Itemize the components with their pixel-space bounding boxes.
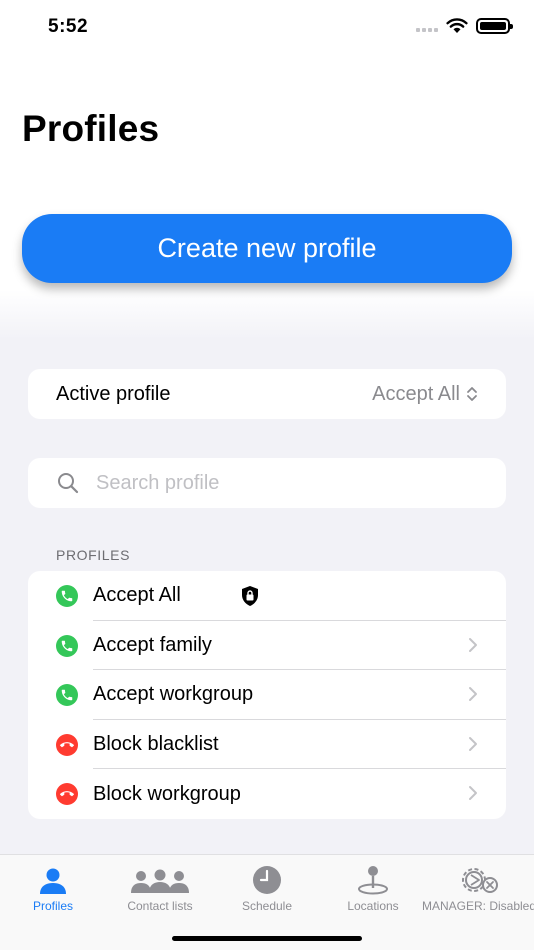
signal-icon	[416, 20, 438, 32]
clock-icon	[253, 866, 281, 894]
phone-accept-icon	[56, 634, 78, 657]
tab-schedule[interactable]: Schedule	[212, 863, 322, 913]
tab-locations[interactable]: Locations	[318, 863, 428, 913]
profiles-list: Accept All Accept family Accept workgrou…	[28, 571, 506, 819]
profile-label: Accept workgroup	[93, 683, 254, 706]
profile-label: Accept family	[93, 633, 212, 656]
battery-icon	[476, 18, 513, 34]
person-icon	[40, 868, 66, 894]
profile-label: Accept All	[93, 584, 181, 607]
search-icon	[58, 473, 79, 494]
create-new-profile-button[interactable]: Create new profile	[22, 214, 512, 283]
lock-shield-icon	[242, 586, 258, 606]
tab-label: Schedule	[241, 899, 293, 913]
tab-label: Contact lists	[127, 899, 193, 913]
profile-row-accept-family[interactable]: Accept family	[28, 621, 506, 671]
phone-block-icon	[56, 783, 78, 806]
chevron-right-icon	[469, 637, 477, 652]
active-profile-label: Active profile	[56, 382, 171, 405]
tab-label: Locations	[347, 899, 399, 913]
search-bar[interactable]	[28, 458, 506, 508]
profile-label: Block blacklist	[93, 733, 219, 756]
tab-label: Profiles	[32, 899, 73, 913]
active-profile-selector[interactable]: Active profile Accept All	[28, 369, 506, 419]
tab-contact-lists[interactable]: Contact lists	[105, 863, 215, 913]
tab-profiles[interactable]: Profiles	[0, 863, 108, 913]
status-time: 5:52	[48, 16, 89, 37]
chevron-right-icon	[469, 687, 477, 702]
phone-accept-icon	[56, 585, 78, 607]
status-bar: 5:52	[0, 0, 534, 56]
tab-label: MANAGER: Disabled	[421, 899, 534, 913]
people-group-icon	[131, 869, 189, 893]
profiles-section-header: PROFILES	[56, 547, 131, 563]
wifi-icon	[446, 18, 468, 33]
chevron-right-icon	[469, 786, 477, 801]
active-profile-value-group: Accept All	[372, 383, 478, 406]
status-icons	[416, 18, 513, 34]
profile-label: Block workgroup	[93, 782, 241, 805]
page-title: Profiles	[22, 108, 160, 149]
profile-row-accept-all[interactable]: Accept All	[28, 571, 506, 621]
gear-disabled-icon	[462, 868, 498, 893]
phone-accept-icon	[56, 684, 78, 707]
location-pin-icon	[358, 866, 388, 895]
tab-manager[interactable]: MANAGER: Disabled	[421, 863, 534, 913]
home-indicator	[172, 936, 362, 941]
profile-row-block-blacklist[interactable]: Block blacklist	[28, 720, 506, 770]
chevron-up-down-icon	[467, 387, 477, 401]
profile-row-accept-workgroup[interactable]: Accept workgroup	[28, 670, 506, 720]
active-profile-value: Accept All	[372, 382, 460, 405]
profile-row-block-workgroup[interactable]: Block workgroup	[28, 769, 506, 819]
chevron-right-icon	[469, 736, 477, 751]
phone-block-icon	[56, 733, 78, 756]
search-input[interactable]	[96, 471, 476, 495]
